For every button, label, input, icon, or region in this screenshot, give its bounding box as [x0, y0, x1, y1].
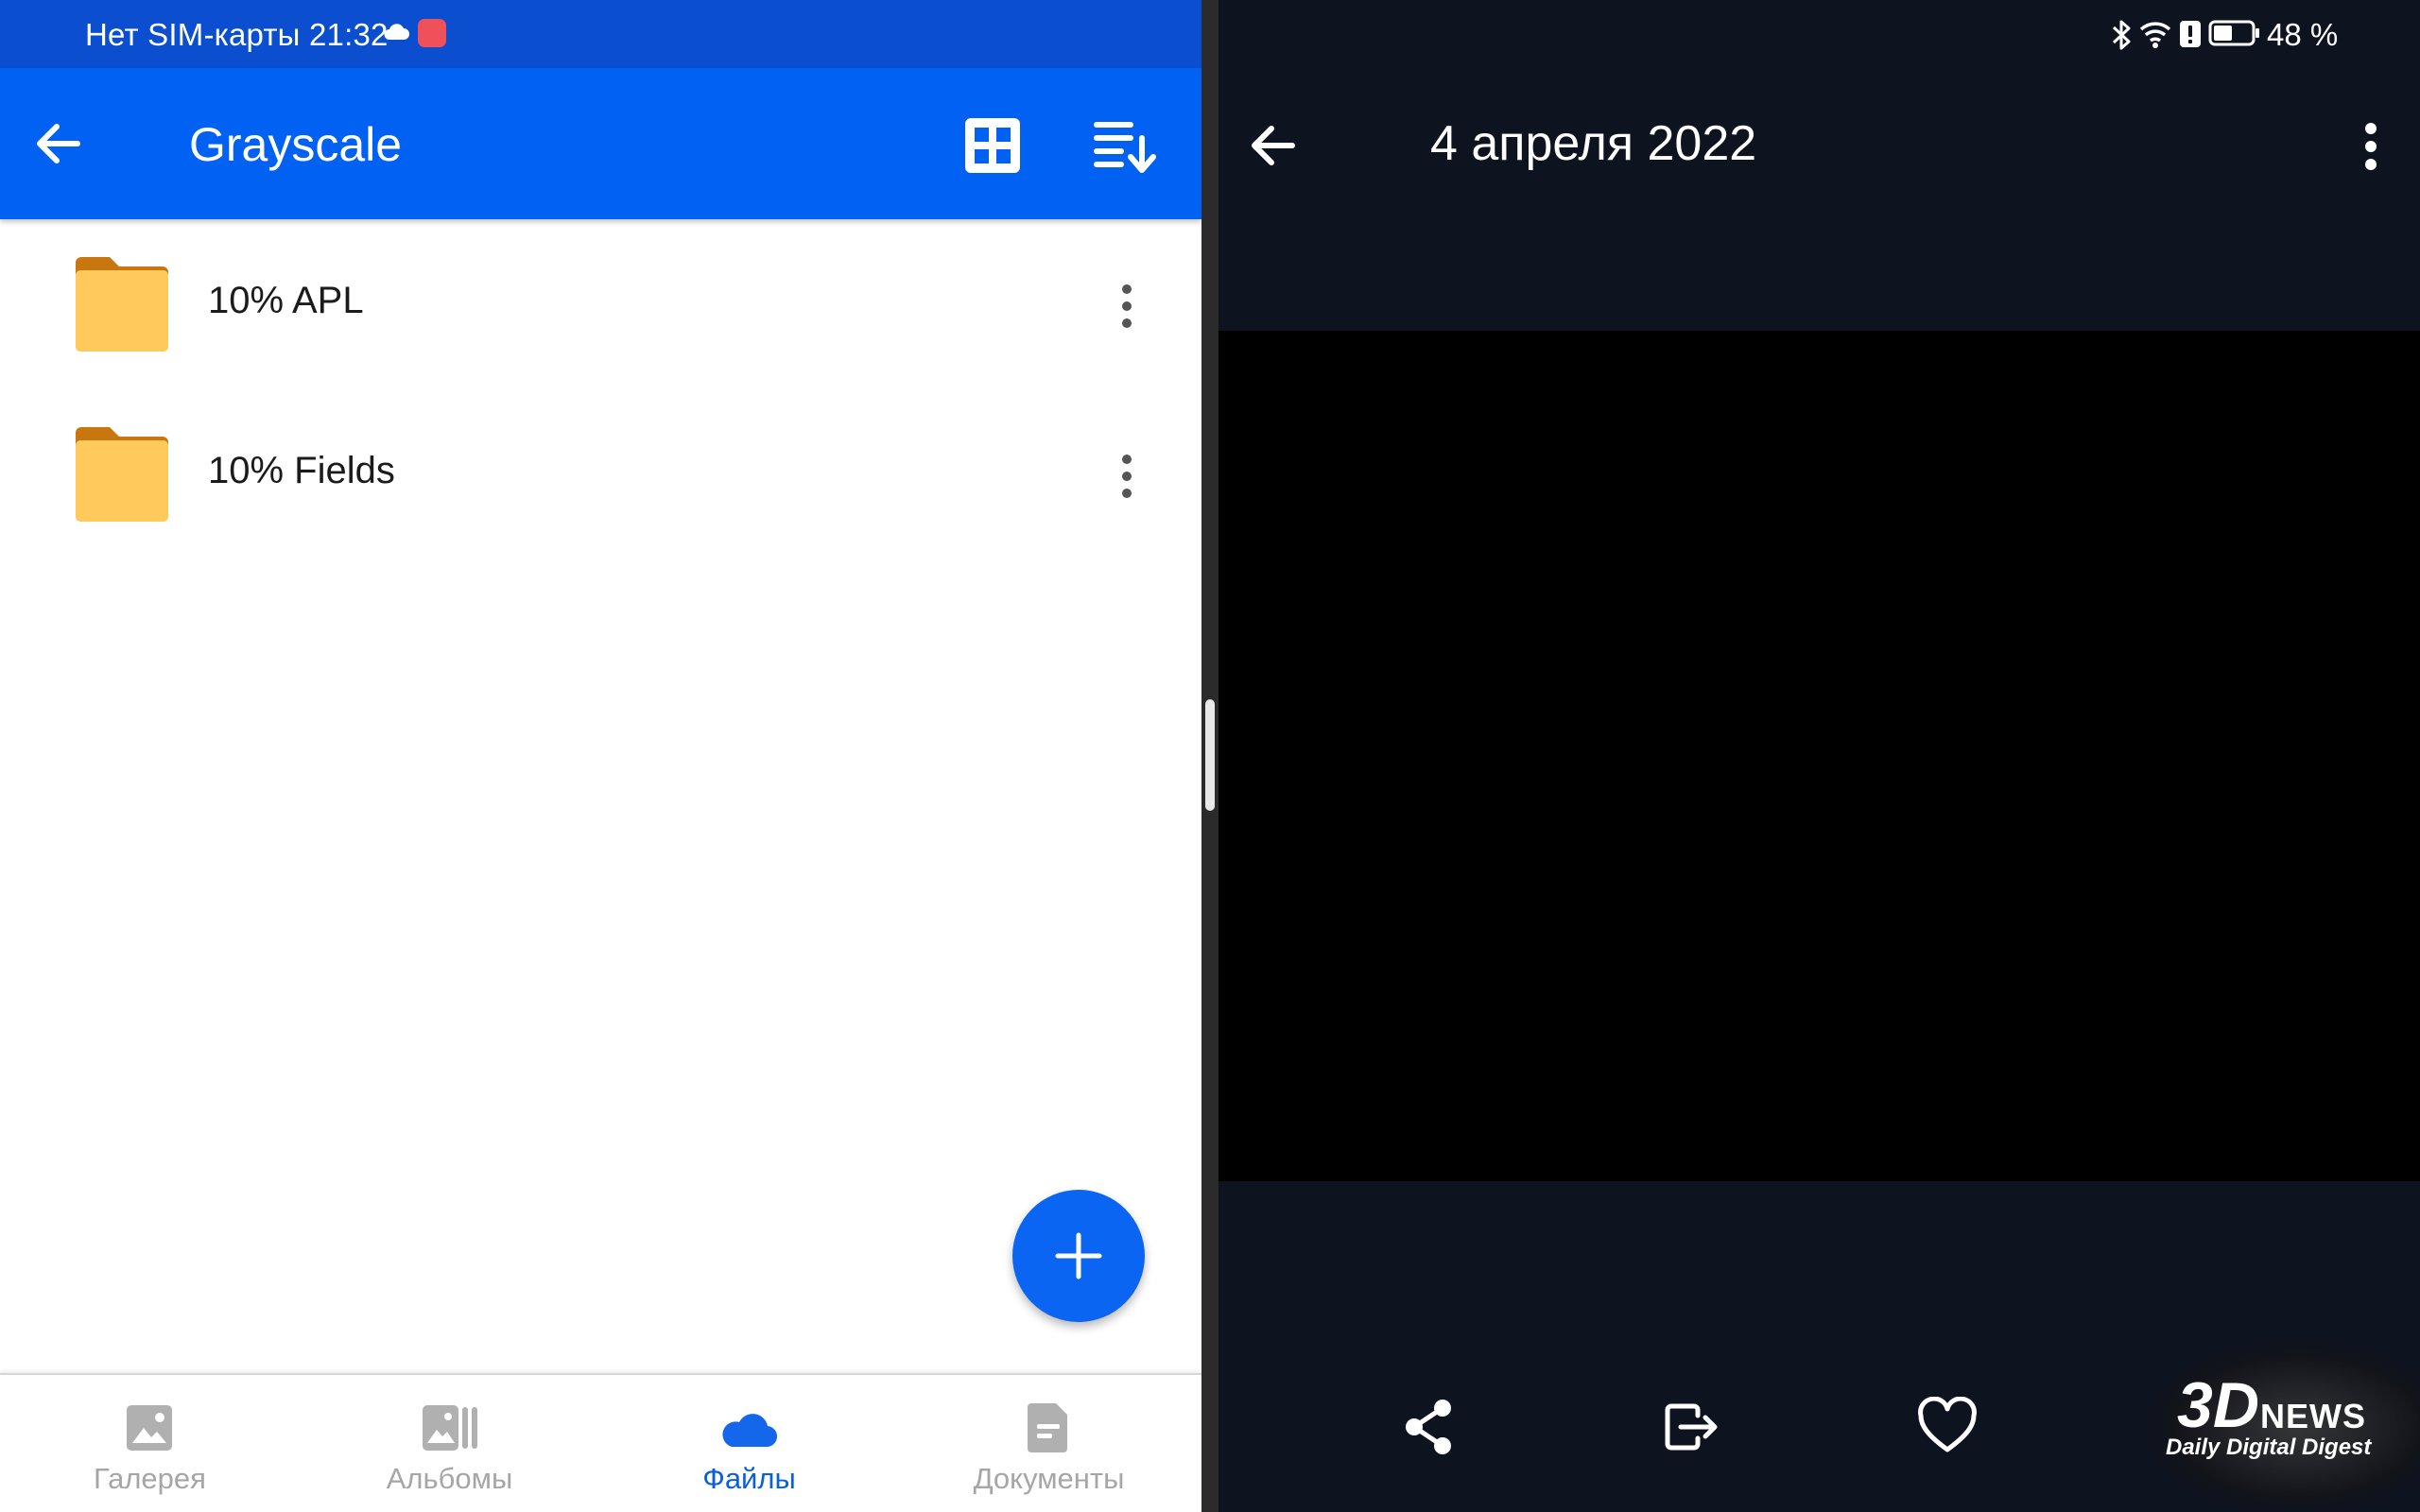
- nav-documents[interactable]: Документы: [899, 1375, 1199, 1512]
- 3dnews-watermark: 3D NEWS Daily Digital Digest: [2149, 1342, 2420, 1512]
- grid-view-icon[interactable]: [962, 115, 1023, 176]
- back-arrow-icon[interactable]: [1247, 119, 1300, 172]
- battery-percent: 48 %: [2267, 17, 2339, 52]
- app-bar: Grayscale: [0, 68, 1201, 219]
- wifi-icon: [2139, 22, 2171, 48]
- folder-name: 10% Fields: [208, 450, 395, 491]
- share-icon[interactable]: [1399, 1397, 1460, 1457]
- back-arrow-icon[interactable]: [32, 117, 85, 170]
- bluetooth-icon: [2112, 20, 2131, 50]
- nav-files[interactable]: Файлы: [599, 1375, 899, 1512]
- watermark-logo: 3D: [2177, 1369, 2259, 1441]
- nav-gallery[interactable]: Галерея: [0, 1375, 300, 1512]
- bottom-navigation: Галерея Альбомы Файлы Документы: [0, 1373, 1201, 1512]
- folder-icon: [76, 427, 168, 522]
- folder-row[interactable]: 10% Fields: [0, 389, 1201, 558]
- files-pane: Нет SIM-карты 21:32 Grayscale 10% APL 10…: [0, 0, 1201, 1512]
- favorite-icon[interactable]: [1917, 1397, 1978, 1457]
- add-button[interactable]: [1012, 1190, 1145, 1322]
- watermark-brand: NEWS: [2260, 1397, 2366, 1435]
- nav-albums[interactable]: Альбомы: [300, 1375, 599, 1512]
- gallery-icon: [127, 1405, 172, 1451]
- watermark-tagline: Daily Digital Digest: [2166, 1435, 2372, 1460]
- albums-icon: [423, 1405, 477, 1451]
- folder-row[interactable]: 10% APL: [0, 219, 1201, 387]
- notification-app-icon: [418, 19, 446, 47]
- more-vert-icon[interactable]: [2352, 117, 2390, 176]
- folder-icon: [76, 257, 168, 352]
- photo-viewer-pane: 48 % 4 апреля 2022 3D NEWS Daily Digital…: [1219, 0, 2420, 1512]
- nav-label: Файлы: [702, 1462, 796, 1495]
- cloud-icon: [722, 1414, 778, 1448]
- folder-name: 10% APL: [208, 280, 364, 321]
- plus-icon: [1055, 1232, 1102, 1280]
- document-icon: [1028, 1403, 1067, 1452]
- more-vert-icon[interactable]: [1108, 448, 1146, 505]
- photo-canvas[interactable]: [1219, 331, 2420, 1181]
- page-title: Grayscale: [189, 118, 403, 171]
- open-with-icon[interactable]: [1660, 1397, 1720, 1457]
- more-vert-icon[interactable]: [1108, 278, 1146, 335]
- split-resize-handle[interactable]: [1205, 699, 1215, 811]
- nav-label: Галерея: [94, 1462, 206, 1495]
- photo-date-title: 4 апреля 2022: [1430, 116, 1757, 171]
- cloud-status-icon: [384, 24, 409, 40]
- status-bar: Нет SIM-карты 21:32: [0, 0, 1201, 68]
- alert-icon: [2180, 21, 2201, 47]
- nav-label: Альбомы: [386, 1462, 513, 1495]
- sort-icon[interactable]: [1093, 115, 1157, 176]
- status-text: Нет SIM-карты 21:32: [85, 17, 389, 52]
- split-divider: [1201, 0, 1219, 1512]
- nav-label: Документы: [973, 1462, 1125, 1495]
- battery-icon: [2208, 20, 2259, 46]
